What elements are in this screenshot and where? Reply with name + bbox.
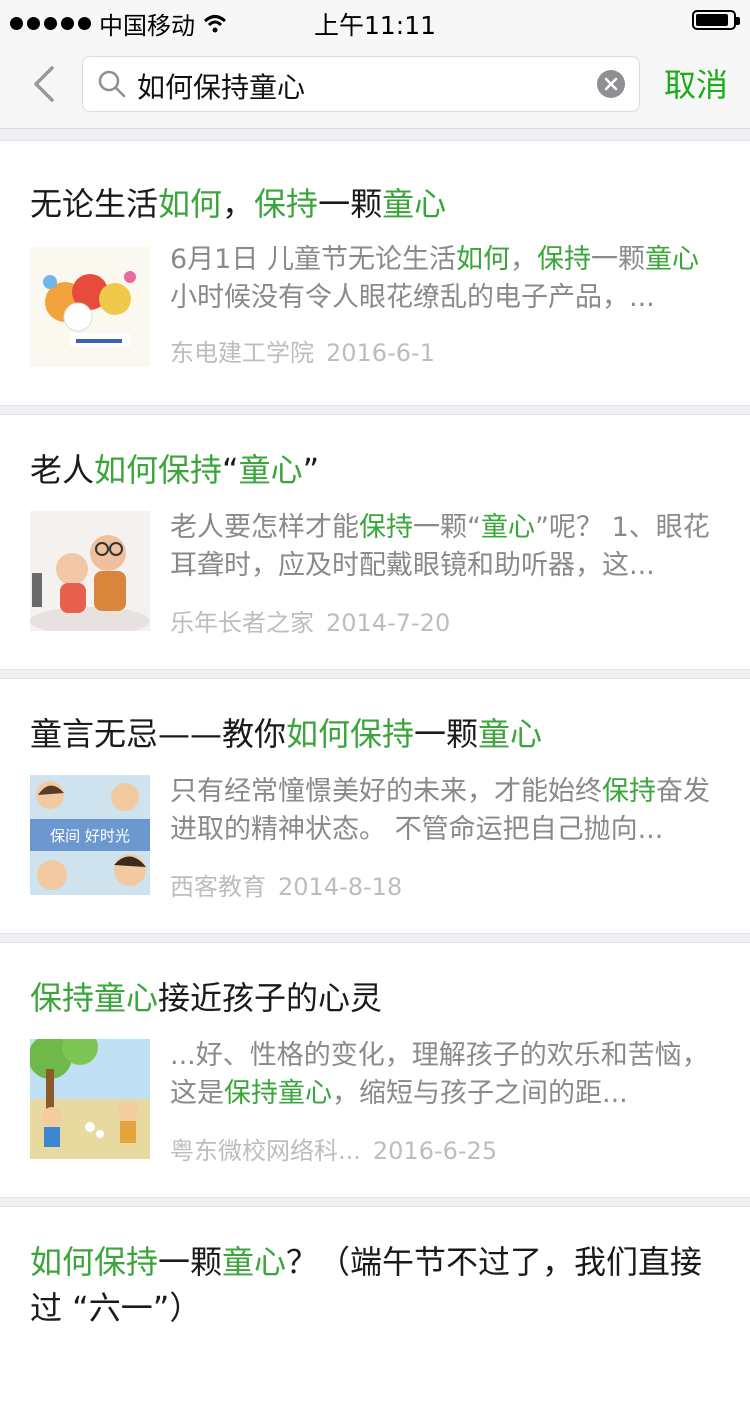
text-segment: ， [222,185,255,223]
search-icon [98,70,126,98]
text-segment: 一颗 [158,1243,223,1281]
highlighted-keyword: 保持童心 [30,979,159,1017]
kids-playing-cartoon-image [30,1039,150,1159]
clear-search-icon[interactable] [597,70,625,98]
elderly-couple-figurine-image [30,511,150,631]
result-item-3[interactable]: 童言无忌——教你如何保持一颗童心 保间 好时光 只有经常憧憬美好的未来，才能始终… [0,678,750,934]
result-source: 东电建工学院 [170,339,314,367]
text-segment: ” [302,451,320,489]
result-title: 如何保持一颗童心？（端午节不过了，我们直接过 “六一”） [30,1239,710,1331]
result-thumbnail [30,511,150,631]
text-segment: ，缩短与孩子之间的距... [332,1078,628,1109]
highlighted-keyword: 如何 [455,244,510,275]
status-bar: 中国移动 上午11:11 [0,0,750,40]
result-title: 童言无忌——教你如何保持一颗童心 [30,711,710,757]
highlighted-keyword: 童心 [644,244,699,275]
result-snippet: 只有经常憧憬美好的未来，才能始终保持奋发进取的精神状态。 不管命运把自己抛向..… [170,773,715,849]
search-input[interactable]: 如何保持童心 [82,56,640,112]
text-segment: ， [509,244,537,275]
highlighted-keyword: 童心 [478,715,543,753]
text-segment: 6月1日 儿童节无论生活 [170,244,456,275]
search-header: 如何保持童心 取消 [0,40,750,129]
result-source: 粤东微校网络科... [170,1137,361,1165]
school-days-cartoon-image: 保间 好时光 [30,775,150,895]
result-title: 无论生活如何，保持一颗童心 [30,181,710,227]
text-segment: 接近孩子的心灵 [158,979,383,1017]
highlighted-keyword: 保持 [359,512,413,543]
text-segment: 童言无忌——教你 [30,715,287,753]
result-date: 2016-6-1 [326,339,435,367]
result-date: 2016-6-25 [372,1137,498,1165]
result-title: 老人如何保持“童心” [30,447,710,493]
text-segment: 一颗 [414,715,479,753]
text-segment: 老人要怎样才能 [170,512,359,543]
status-time: 上午11:11 [313,11,437,40]
result-meta: 东电建工学院 2016-6-1 [170,333,435,368]
highlighted-keyword: 童心 [222,1243,287,1281]
text-segment: 小时候没有令人眼花缭乱的电子产品，... [170,282,655,313]
childrens-day-cartoon-image [30,247,150,367]
result-thumbnail: 保间 好时光 [30,775,150,895]
result-thumbnail [30,247,150,367]
highlighted-keyword: 如何 [158,185,223,223]
search-query-text[interactable]: 如何保持童心 [137,66,305,106]
highlighted-keyword: 保持 [254,185,319,223]
text-segment: 一颗“ [413,512,481,543]
result-meta: 西客教育 2014-8-18 [170,867,402,902]
text-segment: 只有经常憧憬美好的未来，才能始终 [170,776,602,807]
text-segment: 老人 [30,451,95,489]
result-thumbnail [30,1039,150,1159]
result-source: 乐年长者之家 [170,609,314,637]
cancel-button[interactable]: 取消 [664,60,728,106]
result-date: 2014-7-20 [326,609,451,637]
text-segment: 一颗 [318,185,383,223]
back-arrow-icon[interactable] [30,64,60,104]
highlighted-keyword: 保持童心 [224,1078,332,1109]
highlighted-keyword: 保持 [536,244,591,275]
highlighted-keyword: 如何保持 [94,451,223,489]
text-segment: 无论生活 [30,185,159,223]
text-segment: “ [222,451,239,489]
highlighted-keyword: 如何保持 [30,1243,159,1281]
highlighted-keyword: 童心 [238,451,303,489]
result-date: 2014-8-18 [278,873,403,901]
text-segment: 一颗 [590,244,645,275]
result-source: 西客教育 [170,873,266,901]
result-title: 保持童心接近孩子的心灵 [30,975,710,1021]
result-snippet: 6月1日 儿童节无论生活如何，保持一颗童心小时候没有令人眼花缭乱的电子产品，..… [170,241,715,317]
highlighted-keyword: 如何保持 [286,715,415,753]
highlighted-keyword: 童心 [382,185,447,223]
result-item-5[interactable]: 如何保持一颗童心？（端午节不过了，我们直接过 “六一”） [0,1206,750,1406]
result-meta: 粤东微校网络科... 2016-6-25 [170,1131,497,1166]
result-item-2[interactable]: 老人如何保持“童心” 老人要怎样才能保持一颗“童心”呢？ 1、眼花耳聋时，应及时… [0,414,750,670]
battery-icon [692,10,740,30]
highlighted-keyword: 童心 [481,512,535,543]
highlighted-keyword: 保持 [602,776,656,807]
thumbnail-caption: 保间 好时光 [50,827,130,845]
result-item-4[interactable]: 保持童心接近孩子的心灵 ...好、性格的变化，理解孩子的欢乐和苦恼，这是保持童心… [0,942,750,1198]
result-snippet: ...好、性格的变化，理解孩子的欢乐和苦恼，这是保持童心，缩短与孩子之间的距..… [170,1037,715,1113]
result-item-1[interactable]: 无论生活如何，保持一颗童心 6月1日 儿童节无论生活如何，保持一颗童心小时候没有… [0,140,750,406]
result-snippet: 老人要怎样才能保持一颗“童心”呢？ 1、眼花耳聋时，应及时配戴眼镜和助听器，这.… [170,509,715,585]
result-meta: 乐年长者之家 2014-7-20 [170,603,450,638]
